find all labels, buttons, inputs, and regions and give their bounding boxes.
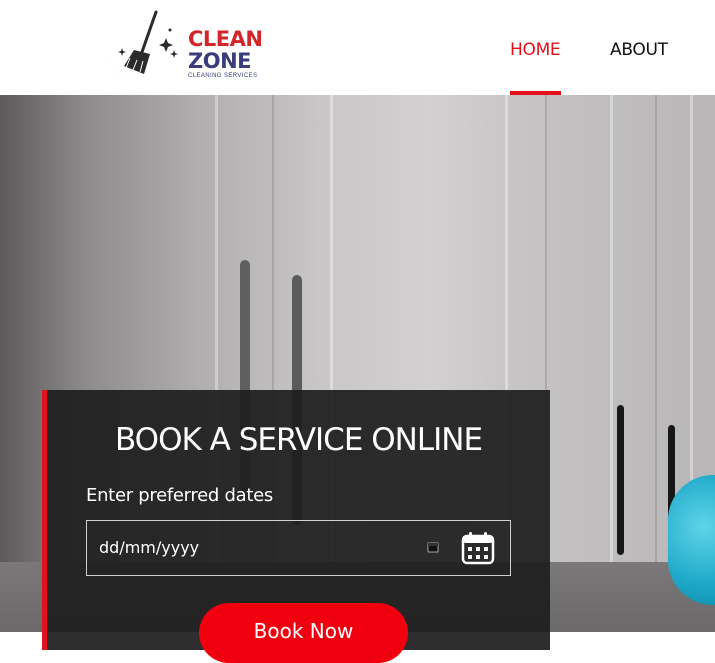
logo[interactable]: CLEAN ZONE CLEANING SERVICES (100, 8, 270, 96)
brand-name-line2: ZONE (188, 49, 252, 73)
cabinet-panel-edge (655, 95, 657, 632)
site-header: CLEAN ZONE CLEANING SERVICES HOME ABOUT (0, 0, 715, 96)
cabinet-handle (617, 405, 624, 555)
broom-logo-icon (111, 10, 178, 96)
brand-tagline: CLEANING SERVICES (188, 73, 258, 79)
cabinet-panel-edge (610, 95, 613, 632)
nav-home[interactable]: HOME (510, 40, 561, 60)
date-input[interactable]: dd/mm/yyyy (86, 520, 511, 576)
date-label: Enter preferred dates (86, 485, 273, 506)
logo-text: CLEAN ZONE CLEANING SERVICES (188, 27, 263, 79)
book-now-button[interactable]: Book Now (199, 603, 408, 663)
calendar-icon[interactable] (461, 531, 495, 565)
booking-card: BOOK A SERVICE ONLINE Enter preferred da… (42, 390, 550, 663)
nav-about[interactable]: ABOUT (610, 40, 668, 60)
date-placeholder: dd/mm/yyyy (99, 538, 200, 557)
calendar-small-icon[interactable] (427, 541, 439, 553)
blue-cleaning-bottle (668, 475, 715, 605)
booking-title: BOOK A SERVICE ONLINE (114, 422, 483, 458)
brand-name-line1: CLEAN (188, 27, 263, 51)
